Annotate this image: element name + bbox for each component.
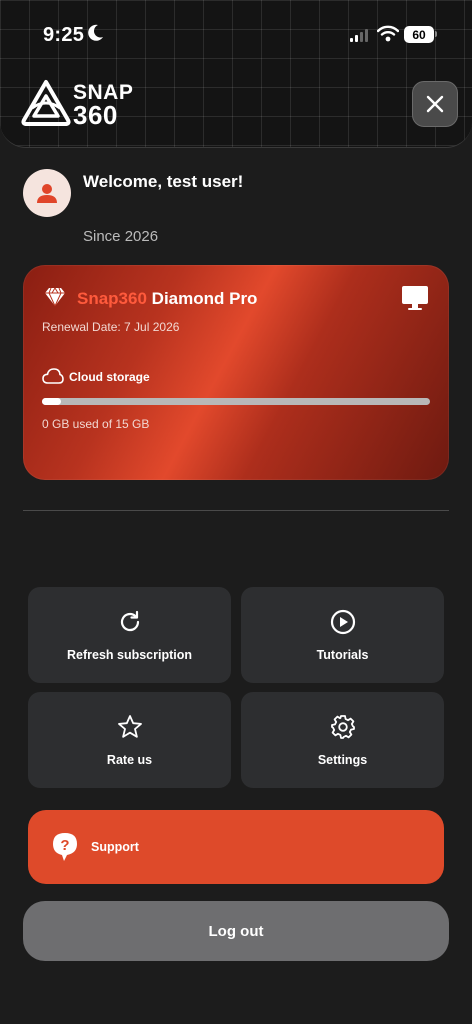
status-bar: 9:25 60 bbox=[0, 0, 472, 70]
storage-label: Cloud storage bbox=[69, 370, 150, 384]
refresh-subscription-button[interactable]: Refresh subscription bbox=[28, 587, 231, 683]
close-icon bbox=[426, 95, 444, 113]
star-icon bbox=[117, 713, 143, 741]
storage-progress-fill bbox=[42, 398, 62, 405]
settings-label: Settings bbox=[317, 753, 368, 767]
monitor-icon bbox=[401, 285, 429, 316]
logout-button[interactable]: Log out bbox=[23, 901, 449, 961]
status-time: 9:25 bbox=[43, 24, 85, 46]
settings-button[interactable]: Settings bbox=[241, 692, 444, 788]
battery-icon: 60 bbox=[404, 26, 434, 43]
battery-tip bbox=[435, 31, 437, 37]
plan-brand: Snap360 bbox=[77, 289, 147, 308]
header: 9:25 60 SNAP 360 bbox=[0, 0, 472, 148]
storage-usage-text: 0 GB used of 15 GB bbox=[42, 417, 150, 431]
diamond-icon bbox=[44, 287, 66, 312]
signal-icon bbox=[350, 29, 368, 42]
play-circle-icon bbox=[330, 608, 356, 636]
divider bbox=[23, 510, 449, 511]
plan-tier: Diamond Pro bbox=[146, 289, 258, 308]
subscription-card: Snap360 Diamond Pro Renewal Date: 7 Jul … bbox=[23, 265, 449, 480]
wifi-icon bbox=[376, 25, 400, 47]
user-icon bbox=[37, 184, 57, 203]
member-since: Since 2026 bbox=[83, 228, 159, 245]
avatar bbox=[23, 169, 71, 217]
close-button[interactable] bbox=[412, 81, 458, 127]
renewal-date: Renewal Date: 7 Jul 2026 bbox=[42, 320, 180, 334]
help-bubble-icon: ? bbox=[53, 833, 77, 861]
logo-360: 360 bbox=[73, 100, 118, 130]
tutorials-button[interactable]: Tutorials bbox=[241, 587, 444, 683]
rate-us-label: Rate us bbox=[106, 753, 153, 767]
tutorials-label: Tutorials bbox=[316, 648, 369, 662]
support-label: Support bbox=[91, 840, 139, 854]
refresh-subscription-label: Refresh subscription bbox=[66, 648, 193, 662]
rate-us-button[interactable]: Rate us bbox=[28, 692, 231, 788]
support-button[interactable]: ? Support bbox=[28, 810, 444, 884]
plan-title: Snap360 Diamond Pro bbox=[77, 289, 257, 309]
welcome-text: Welcome, test user! bbox=[83, 172, 244, 191]
cloud-icon bbox=[42, 368, 64, 389]
storage-progress-bar bbox=[42, 398, 430, 405]
moon-icon bbox=[88, 24, 104, 47]
svg-text:?: ? bbox=[60, 837, 69, 854]
logo-text: SNAP 360 bbox=[73, 82, 133, 130]
refresh-icon bbox=[118, 608, 142, 636]
gear-icon bbox=[330, 713, 356, 741]
